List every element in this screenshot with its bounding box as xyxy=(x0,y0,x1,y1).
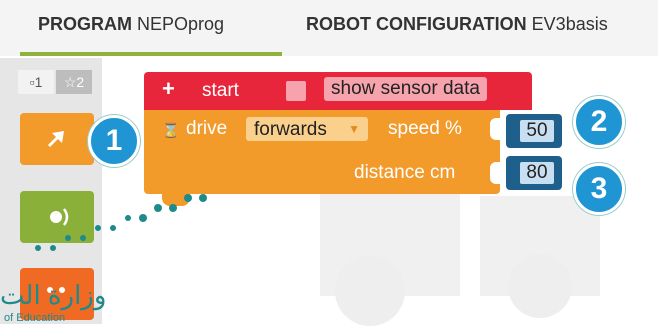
distance-number-block[interactable]: 80 xyxy=(506,156,562,190)
level-1-button[interactable]: ▫1 xyxy=(18,70,54,94)
start-block[interactable]: + start show sensor data xyxy=(144,72,532,110)
active-tab-indicator xyxy=(20,52,282,56)
start-label: start xyxy=(202,80,239,101)
chevron-down-icon: ▼ xyxy=(348,122,360,136)
hourglass-icon: ⌛ xyxy=(162,122,180,138)
program-name: NEPOprog xyxy=(137,14,225,34)
tab-robot-configuration[interactable]: ROBOT CONFIGURATION EV3basis xyxy=(306,14,608,35)
config-name: EV3basis xyxy=(531,14,608,34)
speed-label: speed % xyxy=(388,118,462,139)
drive-icon xyxy=(48,131,64,147)
tab-config-label: ROBOT CONFIGURATION xyxy=(306,14,527,34)
speed-input-socket xyxy=(490,118,502,140)
tab-bar: PROGRAM NEPOprog ROBOT CONFIGURATION EV3… xyxy=(0,0,658,56)
add-icon[interactable]: + xyxy=(162,76,175,102)
watermark-dots xyxy=(35,194,207,251)
direction-value: forwards xyxy=(254,119,327,140)
watermark-english: of Education xyxy=(4,312,66,324)
distance-value-field[interactable]: 80 xyxy=(520,162,554,184)
callout-1: 1 xyxy=(88,115,140,167)
direction-dropdown[interactable]: forwards ▼ xyxy=(246,117,368,141)
speed-value-field[interactable]: 50 xyxy=(520,120,554,142)
tab-program[interactable]: PROGRAM NEPOprog xyxy=(38,14,224,35)
callout-3: 3 xyxy=(573,163,625,215)
robot-background-image xyxy=(320,186,600,326)
category-action[interactable] xyxy=(20,113,94,165)
speed-number-block[interactable]: 50 xyxy=(506,114,562,148)
callout-2: 2 xyxy=(573,96,625,148)
watermark-arabic: وزارة الت xyxy=(0,280,107,310)
show-sensor-data-checkbox[interactable] xyxy=(286,81,306,101)
tab-program-label: PROGRAM xyxy=(38,14,132,34)
level-2-button[interactable]: ☆2 xyxy=(56,70,92,94)
distance-label: distance cm xyxy=(354,162,456,183)
drive-block[interactable]: ⌛ drive forwards ▼ speed % distance cm xyxy=(144,110,502,194)
drive-label: drive xyxy=(186,118,228,139)
distance-input-socket xyxy=(490,162,502,184)
show-sensor-data-label: show sensor data xyxy=(324,77,487,101)
